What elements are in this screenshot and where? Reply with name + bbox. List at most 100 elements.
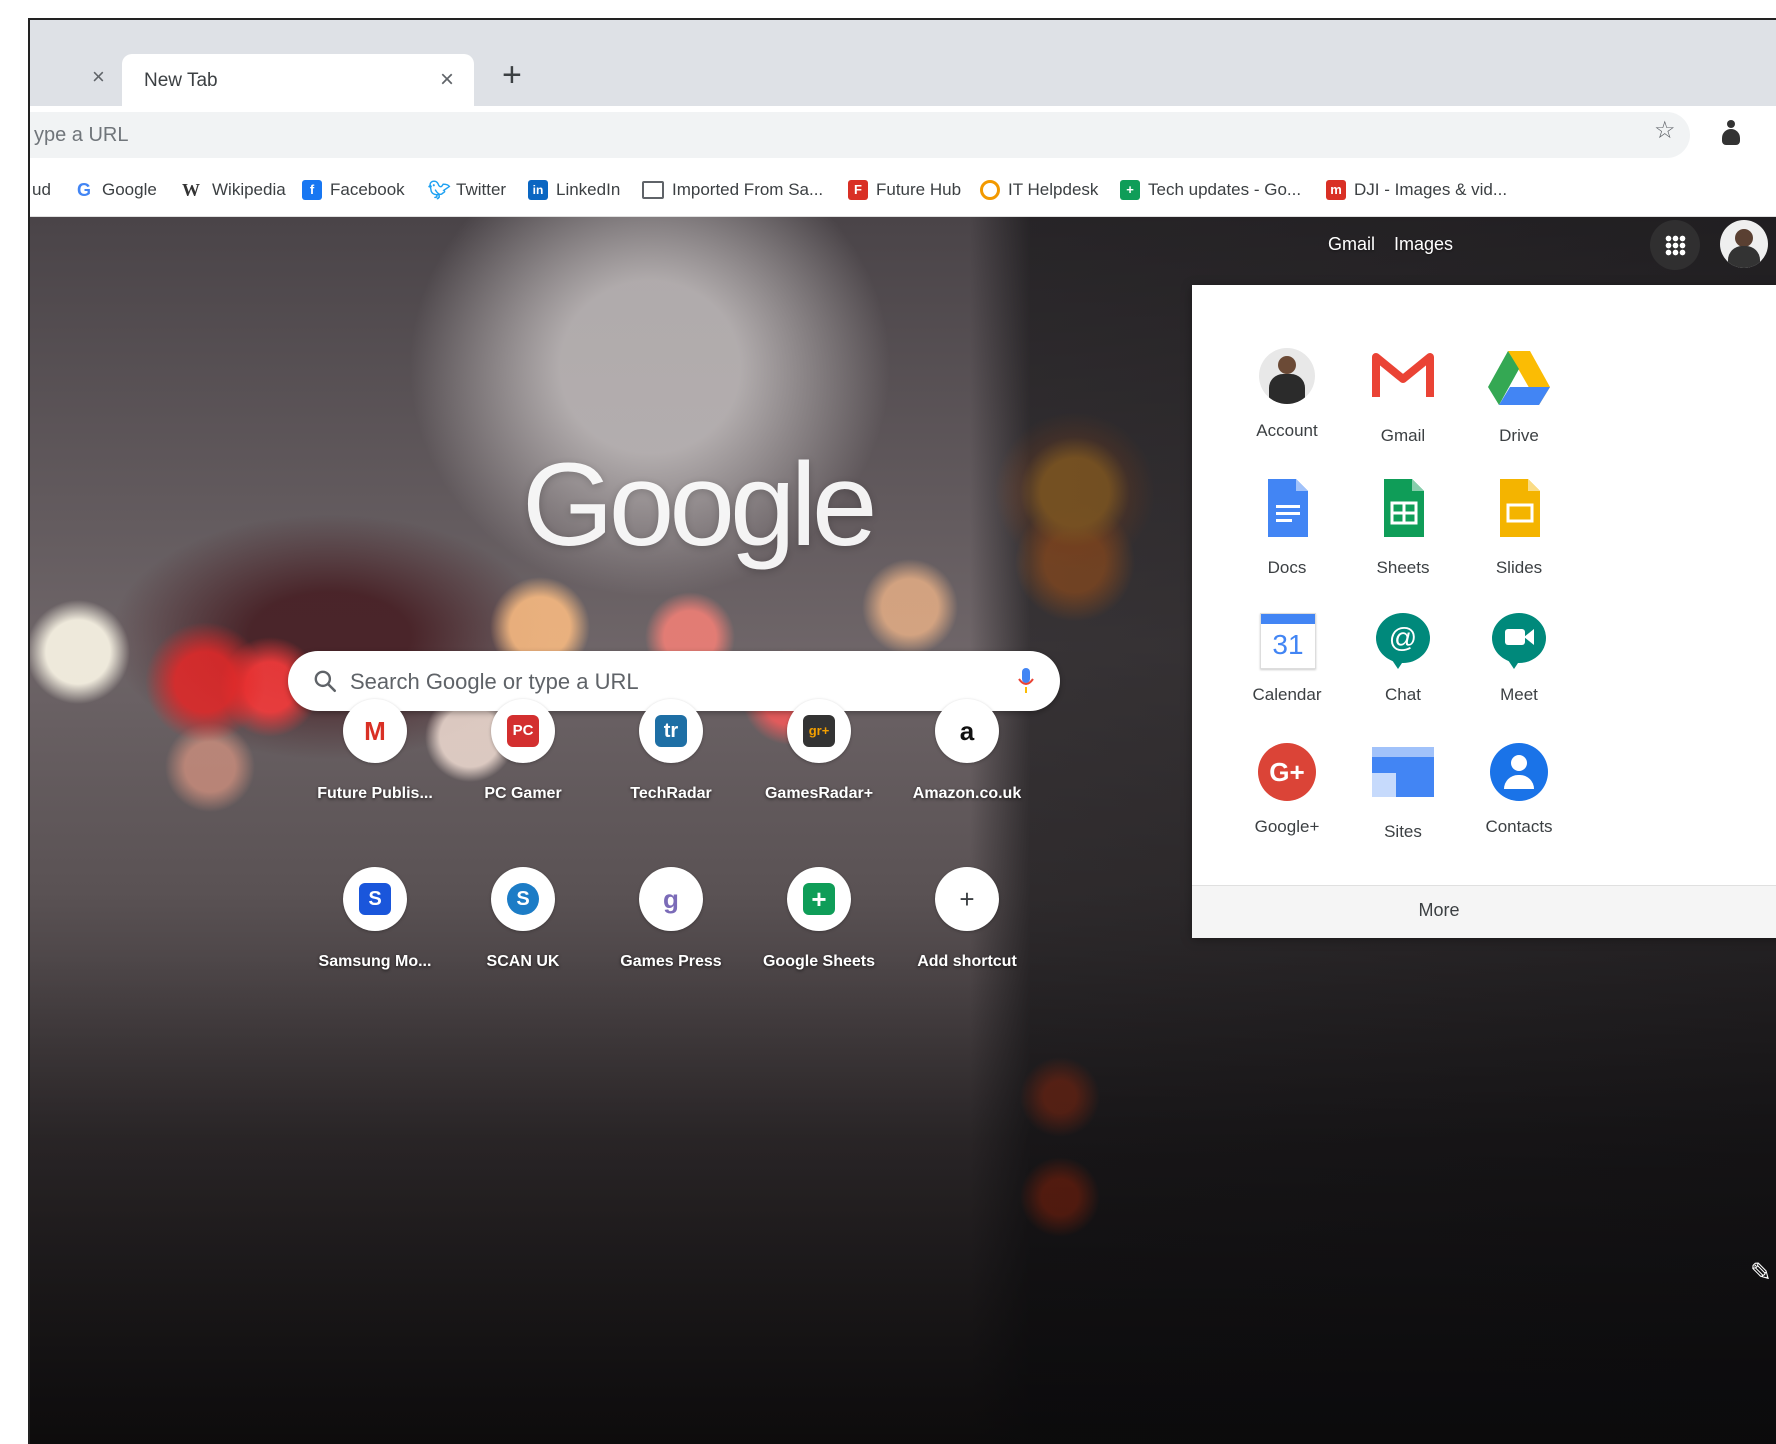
sheets-icon	[1384, 479, 1424, 537]
new-tab-button[interactable]: +	[502, 58, 522, 92]
app-label: Slides	[1495, 558, 1543, 577]
app-label: Account	[1256, 421, 1318, 440]
helpdesk-ring-icon	[980, 180, 1000, 200]
shortcut-label: Games Press	[620, 953, 722, 970]
shortcut-label: TechRadar	[630, 785, 712, 802]
app-sites[interactable]: Sites	[1338, 739, 1468, 842]
gmail-link[interactable]: Gmail	[1328, 234, 1375, 255]
bookmark-facebook[interactable]: f Facebook	[302, 180, 405, 200]
app-google-plus[interactable]: G+ Google+	[1222, 739, 1352, 837]
google-logo: Google	[522, 439, 878, 571]
shortcut-label: SCAN UK	[486, 953, 560, 970]
sites-icon	[1372, 747, 1434, 797]
shortcut-tile[interactable]: a Amazon.co.uk	[892, 699, 1042, 829]
app-label: Google+	[1254, 817, 1320, 836]
games-press-icon: g	[655, 883, 687, 915]
shortcut-label: Samsung Mo...	[318, 953, 432, 970]
bookmark-label: IT Helpdesk	[1008, 180, 1099, 199]
tab-new-tab[interactable]: New Tab ×	[122, 54, 474, 108]
app-gmail[interactable]: Gmail	[1338, 343, 1468, 446]
tab-close-icon[interactable]: ×	[440, 66, 454, 94]
app-label: Sites	[1384, 822, 1422, 841]
bookmark-star-icon[interactable]: ☆	[1654, 116, 1676, 145]
microphone-icon[interactable]	[1018, 667, 1034, 695]
contacts-icon	[1486, 739, 1552, 805]
bookmarks-bar: ud G Google W Wikipedia f Facebook 🐦︎ Twitte…	[30, 166, 1776, 217]
shortcut-label: Google Sheets	[762, 953, 876, 970]
app-account[interactable]: Account	[1222, 343, 1352, 441]
app-meet[interactable]: Meet	[1454, 607, 1584, 705]
apps-more-bar: More	[1192, 885, 1776, 938]
app-sheets[interactable]: Sheets	[1338, 475, 1468, 578]
google-apps-panel: Account Gmail Drive Docs Sheets Slides 3…	[1192, 285, 1776, 938]
shortcut-label: Add shortcut	[917, 953, 1017, 970]
bookmark-label: Imported From Sa...	[672, 180, 824, 199]
calendar-icon: 31	[1254, 607, 1320, 673]
shortcut-tile[interactable]: gr+ GamesRadar+	[744, 699, 894, 829]
bookmark-item[interactable]: ud	[32, 180, 51, 200]
bookmark-twitter[interactable]: 🐦︎ Twitter	[428, 180, 506, 200]
bookmark-folder-imported[interactable]: Imported From Sa...	[642, 180, 823, 200]
bookmark-wikipedia[interactable]: W Wikipedia	[178, 180, 286, 200]
app-contacts[interactable]: Contacts	[1454, 739, 1584, 837]
previous-tab-close-icon[interactable]: ×	[92, 64, 105, 90]
more-apps-button[interactable]: More	[1374, 900, 1504, 921]
amazon-a-icon: a	[951, 715, 983, 747]
menu-dots-icon[interactable]: ⋮	[1768, 118, 1776, 147]
google-plus-icon: G+	[1254, 739, 1320, 805]
shortcut-tile[interactable]: tr TechRadar	[596, 699, 746, 829]
shortcut-label: GamesRadar+	[764, 785, 874, 802]
shortcut-tile[interactable]: S Samsung Mo...	[300, 867, 450, 997]
bookmark-label: ud	[32, 180, 51, 199]
techradar-icon: tr	[655, 715, 687, 747]
calendar-date: 31	[1272, 629, 1304, 660]
address-bar[interactable]: ype a URL	[30, 112, 1690, 158]
bookmark-label: Wikipedia	[212, 180, 286, 199]
chat-at-glyph: @	[1376, 613, 1430, 663]
customize-pencil-icon[interactable]: ✎	[1750, 1257, 1772, 1288]
shortcut-tile[interactable]: S SCAN UK	[448, 867, 598, 997]
app-drive[interactable]: Drive	[1454, 343, 1584, 446]
chat-icon: @	[1370, 607, 1436, 673]
bookmark-label: Tech updates - Go...	[1148, 180, 1302, 199]
shortcut-tile[interactable]: g Games Press	[596, 867, 746, 997]
google-sheets-icon: +	[803, 883, 835, 915]
shortcut-label: Future Publis...	[317, 785, 433, 802]
google-plus-glyph: G+	[1258, 743, 1316, 801]
bookmark-dji[interactable]: m DJI - Images & vid...	[1326, 180, 1507, 200]
add-shortcut-button[interactable]: + Add shortcut	[892, 867, 1042, 997]
shortcut-tile[interactable]: PC PC Gamer	[448, 699, 598, 829]
app-label: Calendar	[1252, 685, 1322, 704]
bookmark-label: Future Hub	[876, 180, 962, 199]
extension-icon[interactable]	[1720, 120, 1742, 146]
gamesradar-icon: gr+	[803, 715, 835, 747]
slides-icon	[1500, 479, 1540, 537]
meet-icon	[1486, 607, 1552, 673]
docs-icon	[1268, 479, 1308, 537]
google-apps-button[interactable]	[1650, 220, 1700, 270]
bookmark-it-helpdesk[interactable]: IT Helpdesk	[980, 180, 1098, 200]
shortcut-tile[interactable]: M Future Publis...	[300, 699, 450, 829]
bookmark-linkedin[interactable]: in LinkedIn	[528, 180, 620, 200]
gmail-m-icon: M	[359, 715, 391, 747]
app-label: Drive	[1499, 426, 1539, 445]
google-g-icon: G	[76, 180, 91, 200]
browser-window: × New Tab × + ype a URL ☆ ⋮ ud G Google W…	[28, 18, 1776, 1444]
app-calendar[interactable]: 31 Calendar	[1222, 607, 1352, 705]
profile-avatar[interactable]	[1720, 220, 1768, 268]
twitter-bird-icon: 🐦︎	[428, 180, 451, 200]
app-slides[interactable]: Slides	[1454, 475, 1584, 578]
images-link[interactable]: Images	[1394, 234, 1453, 255]
app-label: Sheets	[1376, 558, 1430, 577]
bookmark-label: Google	[102, 180, 157, 199]
shortcut-tile[interactable]: + Google Sheets	[744, 867, 894, 997]
bookmark-tech-updates[interactable]: + Tech updates - Go...	[1120, 180, 1301, 200]
plus-icon: +	[951, 883, 983, 915]
bookmark-future-hub[interactable]: F Future Hub	[848, 180, 961, 200]
bookmark-google[interactable]: G Google	[74, 180, 157, 200]
app-chat[interactable]: @ Chat	[1338, 607, 1468, 705]
app-label: Gmail	[1380, 426, 1426, 445]
bookmark-label: Facebook	[330, 180, 405, 199]
toolbar: ype a URL ☆ ⋮	[30, 106, 1776, 166]
app-docs[interactable]: Docs	[1222, 475, 1352, 578]
